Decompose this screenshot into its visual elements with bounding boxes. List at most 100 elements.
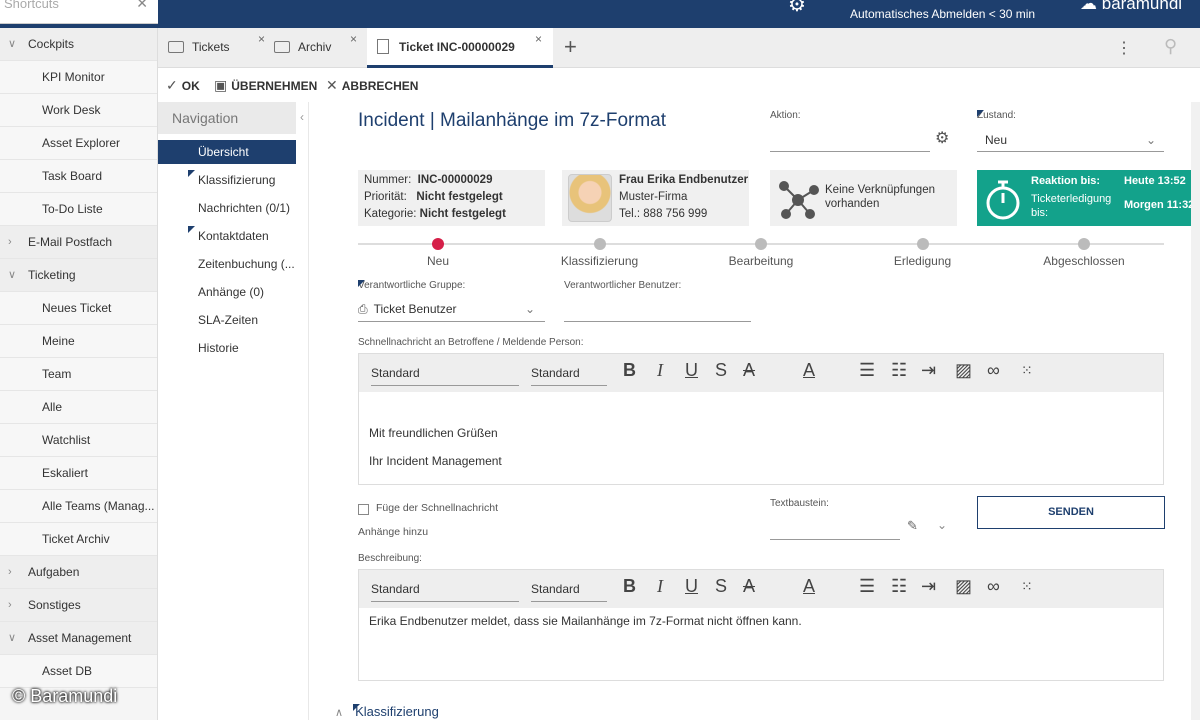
numbered-list-icon[interactable]: ☷ [891,360,907,381]
close-icon[interactable]: ✕ [136,0,148,12]
sidebar-item[interactable]: › Sonstiges [0,589,157,622]
bullet-list-icon[interactable]: ☰ [859,576,875,597]
aktion-field[interactable] [770,130,930,152]
links-text-2: vorhanden [825,198,880,210]
sidebar-item[interactable]: Task Board [0,160,157,193]
font-select[interactable]: Standard [531,362,607,386]
sidebar-item[interactable]: To-Do Liste [0,193,157,226]
sidebar-item[interactable]: Asset Explorer [0,127,157,160]
numbered-list-icon[interactable]: ☷ [891,576,907,597]
image-icon[interactable]: ▨ [955,360,972,381]
step-dot[interactable] [1078,238,1090,250]
sidebar-item[interactable]: KPI Monitor [0,61,157,94]
close-icon[interactable]: × [258,20,265,58]
nav-item[interactable]: Klassifizierung [158,168,296,192]
nav-item[interactable]: Zeitenbuchung (... [158,252,296,276]
sidebar-item[interactable]: › Aufgaben [0,556,157,589]
group-select[interactable]: ⎙ Ticket Benutzer ⌄ [358,298,545,322]
italic-icon[interactable]: I [657,576,663,597]
more-vertical-icon[interactable]: ⋮ [1116,38,1132,58]
sidebar-item[interactable]: Watchlist [0,424,157,457]
add-tab-button[interactable]: + [564,34,577,60]
strikethrough-icon[interactable]: S [715,576,727,597]
sidebar-item[interactable]: ∨ Ticketing [0,259,157,292]
edit-icon[interactable]: ✎ [907,518,918,534]
chevron-left-icon[interactable]: ‹ [300,110,304,124]
sidebar-item[interactable]: Eskaliert [0,457,157,490]
sidebar-item[interactable]: Work Desk [0,94,157,127]
table-icon[interactable]: ⁙ [1021,578,1033,595]
tab-ticket-inc[interactable]: Ticket INC-00000029 × [367,28,553,68]
sidebar-item[interactable]: Asset DB [0,655,157,688]
image-icon[interactable]: ▨ [955,576,972,597]
nav-item[interactable]: Anhänge (0) [158,280,296,304]
step-dot[interactable] [432,238,444,250]
indent-icon[interactable]: ⇥ [921,360,936,381]
underline-icon[interactable]: U [685,576,698,597]
tab-tickets[interactable]: Tickets × [168,28,265,68]
step-dot[interactable] [593,238,606,250]
bold-icon[interactable]: B [623,576,636,597]
style-select[interactable]: Standard [371,578,519,602]
nav-item-label: Anhänge (0) [198,285,265,299]
step-dot[interactable] [916,238,929,250]
prioritaet-label: Priorität: [364,191,407,203]
nav-item[interactable]: Nachrichten (0/1) [158,196,296,220]
sidebar-item[interactable]: Meine [0,325,157,358]
nav-item[interactable]: Historie [158,336,296,360]
highlight-icon[interactable]: A [743,360,755,381]
user-field[interactable] [564,298,751,322]
strikethrough-icon[interactable]: S [715,360,727,381]
contact-company: Muster-Firma [619,191,688,203]
link-icon[interactable]: ∞ [987,360,1000,381]
close-icon[interactable]: × [535,20,542,58]
save-icon: ▣ [214,77,228,93]
tab-archiv[interactable]: Archiv × [274,28,364,68]
font-color-icon[interactable]: A [803,360,815,381]
sidebar-item[interactable]: Alle Teams (Manag... [0,490,157,523]
sidebar-item[interactable]: Neues Ticket [0,292,157,325]
tab-bar: Tickets × Archiv × Ticket INC-00000029 ×… [158,28,1200,68]
underline-icon[interactable]: U [685,360,698,381]
font-color-icon[interactable]: A [803,576,815,597]
section-klassifizierung[interactable]: ∧ Klassifizierung [335,704,439,719]
links-box[interactable]: Keine Verknüpfungen vorhanden [770,170,957,226]
indent-icon[interactable]: ⇥ [921,576,936,597]
italic-icon[interactable]: I [657,360,663,381]
sidebar-item[interactable]: ∨ Cockpits [0,28,157,61]
sidebar-item[interactable]: Ticket Archiv [0,523,157,556]
font-select[interactable]: Standard [531,578,607,602]
sidebar-item[interactable]: ∨ Asset Management [0,622,157,655]
chevron-down-icon[interactable]: ⌄ [937,518,947,532]
bold-icon[interactable]: B [623,360,636,381]
quickmsg-editor[interactable]: Standard Standard B I U S A A ☰ ☷ ⇥ ▨ ∞ … [358,353,1164,485]
textbaustein-field[interactable] [770,516,900,540]
close-icon[interactable]: × [350,20,357,58]
bullet-list-icon[interactable]: ☰ [859,360,875,381]
cancel-button[interactable]: ✕ ABBRECHEN [326,77,418,94]
shortcuts-search[interactable]: Shortcuts ✕ [0,0,158,24]
search-icon[interactable]: ⚲ [1164,36,1177,57]
apply-button[interactable]: ▣ ÜBERNEHMEN [214,77,317,94]
zustand-select[interactable]: Neu ⌄ [977,130,1164,152]
description-editor[interactable]: Standard Standard B I U S A A ☰ ☷ ⇥ ▨ ∞ … [358,569,1164,681]
table-icon[interactable]: ⁙ [1021,362,1033,379]
highlight-icon[interactable]: A [743,576,755,597]
sidebar-item[interactable]: › E-Mail Postfach [0,226,157,259]
sidebar-item-label: Asset Explorer [42,136,121,150]
sidebar-item[interactable]: Alle [0,391,157,424]
sidebar-item[interactable]: Team [0,358,157,391]
nav-item[interactable]: SLA-Zeiten [158,308,296,332]
scrollbar[interactable] [1191,102,1200,720]
link-icon[interactable]: ∞ [987,576,1000,597]
attach-checkbox[interactable] [358,504,369,515]
step-dot[interactable] [755,238,767,250]
ok-button[interactable]: ✓ OK [166,77,200,94]
nav-item[interactable]: Kontaktdaten [158,224,296,248]
send-button[interactable]: SENDEN [977,496,1165,529]
gear-icon[interactable]: ⚙ [788,0,806,17]
contact-box[interactable]: Frau Erika Endbenutzer Muster-Firma Tel.… [562,170,749,226]
style-select[interactable]: Standard [371,362,519,386]
gear-icon[interactable]: ⚙ [935,128,949,148]
nav-item[interactable]: Übersicht [158,140,296,164]
